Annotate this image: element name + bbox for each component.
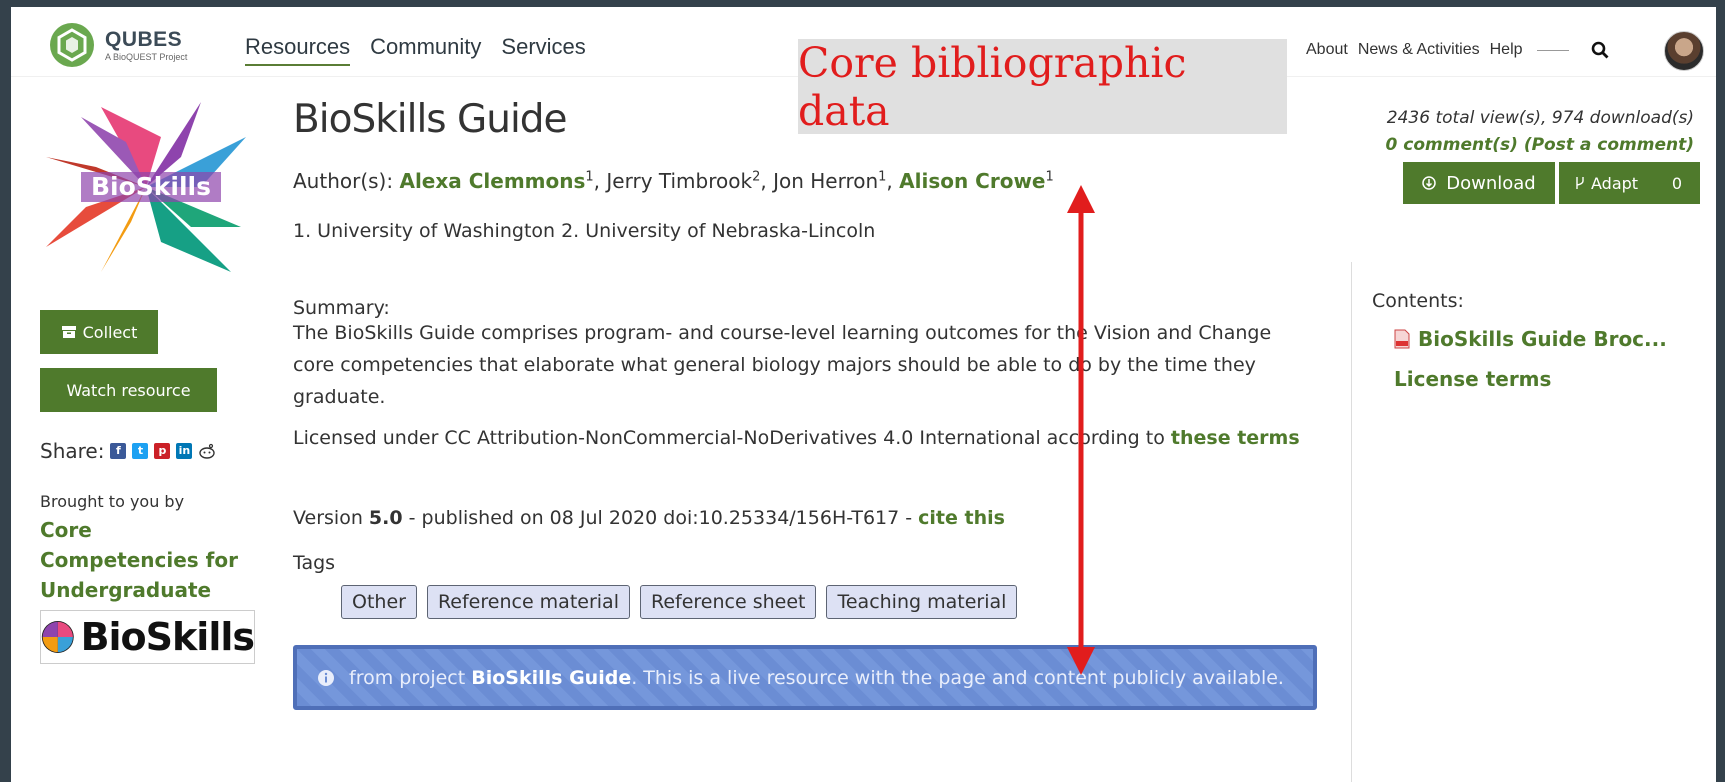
bioskills-circle-icon <box>41 621 74 653</box>
author-name: Jon Herron <box>773 169 879 193</box>
license-terms-link[interactable]: License terms <box>1394 367 1551 391</box>
cite-this-link[interactable]: cite this <box>918 507 1005 529</box>
qubes-logo[interactable]: QUBES A BioQUEST Project <box>49 22 187 68</box>
tag-other[interactable]: Other <box>341 585 417 619</box>
author-link[interactable]: Alexa Clemmons <box>399 169 585 193</box>
contents-label: Contents: <box>1372 290 1464 312</box>
secondary-nav: About News & Activities Help <box>1306 41 1609 59</box>
collect-button[interactable]: Collect <box>40 310 158 354</box>
brand-name: QUBES <box>105 27 183 51</box>
nav-community[interactable]: Community <box>370 34 481 66</box>
content-file-name: BioSkills Guide Broc... <box>1418 327 1667 351</box>
fork-icon <box>1576 177 1584 189</box>
collect-label: Collect <box>82 322 138 342</box>
author-name: Jerry Timbrook <box>606 169 753 193</box>
license-body: Licensed under CC Attribution-NonCommerc… <box>293 427 1171 449</box>
content-file-link[interactable]: BioSkills Guide Broc... <box>1394 327 1667 351</box>
banner-text: BioSkills <box>80 615 255 659</box>
bioskills-pinwheel-logo: BioSkills <box>46 102 246 272</box>
adapt-count: 0 <box>1671 173 1682 193</box>
summary-text: The BioSkills Guide comprises program- a… <box>293 322 1272 408</box>
affiliations: 1. University of Washington 2. Universit… <box>293 220 876 242</box>
tag-list: Other Reference material Reference sheet… <box>341 585 1018 619</box>
nav-resources[interactable]: Resources <box>245 34 351 66</box>
nav-divider <box>1536 49 1569 51</box>
linkedin-icon[interactable]: in <box>176 443 193 459</box>
nav-services[interactable]: Services <box>501 34 585 66</box>
watch-label: Watch resource <box>66 380 191 400</box>
download-icon <box>1422 176 1436 190</box>
author-affil-sup: 1 <box>585 169 594 185</box>
share-row: Share: f t p in <box>40 439 216 463</box>
download-button[interactable]: Download <box>1403 162 1555 204</box>
views-downloads: 2436 total view(s), 974 download(s) <box>1386 108 1694 128</box>
download-label: Download <box>1446 172 1536 194</box>
adapt-label: Adapt <box>1591 173 1639 193</box>
nav-about[interactable]: About <box>1306 41 1348 59</box>
comments-link[interactable]: 0 comment(s) (Post a comment) <box>1386 132 1694 159</box>
twitter-icon[interactable]: t <box>132 443 149 459</box>
these-terms-link[interactable]: these terms <box>1171 427 1300 449</box>
tag-reference-material[interactable]: Reference material <box>426 585 630 619</box>
tag-teaching-material[interactable]: Teaching material <box>826 585 1018 619</box>
info-icon <box>318 669 334 686</box>
tags-label: Tags <box>293 552 336 574</box>
resource-title: BioSkills Guide <box>293 97 568 142</box>
qubes-logo-icon <box>50 23 94 67</box>
project-notice: from project BioSkills Guide. This is a … <box>293 645 1317 710</box>
column-divider <box>1351 262 1352 782</box>
authors-line: Author(s): Alexa Clemmons1, Jerry Timbro… <box>293 169 1054 193</box>
resource-stats: 2436 total view(s), 974 download(s) 0 co… <box>1386 105 1694 159</box>
annotation-label: Core bibliographic data <box>798 38 1187 135</box>
tag-reference-sheet[interactable]: Reference sheet <box>639 585 817 619</box>
authors-label: Author(s): <box>293 169 394 193</box>
bioskills-banner[interactable]: BioSkills <box>40 610 255 664</box>
logo-text: BioSkills <box>91 172 211 201</box>
pdf-file-icon <box>1394 329 1410 349</box>
nav-help[interactable]: Help <box>1490 41 1523 59</box>
adapt-button[interactable]: Adapt 0 <box>1559 162 1700 204</box>
search-icon[interactable] <box>1591 41 1609 59</box>
license-text: Licensed under CC Attribution-NonCommerc… <box>293 422 1303 454</box>
annotation-label-box: Core bibliographic data <box>798 38 1287 135</box>
brand-subtitle: A BioQUEST Project <box>105 51 188 62</box>
annotation-double-arrow <box>1067 185 1095 675</box>
brought-to-you-label: Brought to you by <box>40 492 185 511</box>
version-number: 5.0 <box>368 507 403 529</box>
collect-icon <box>61 326 76 338</box>
notice-prefix: from project <box>349 666 472 689</box>
author-affil-sup: 1 <box>1045 169 1054 185</box>
notice-suffix: . This is a live resource with the page … <box>631 666 1284 689</box>
watch-resource-button[interactable]: Watch resource <box>40 368 217 412</box>
user-avatar[interactable] <box>1664 31 1704 71</box>
main-nav: Resources Community Services <box>245 34 586 66</box>
pinterest-icon[interactable]: p <box>154 443 171 459</box>
publication-info: - published on 08 Jul 2020 doi:10.25334/… <box>402 507 919 529</box>
version-prefix: Version <box>293 507 369 529</box>
author-affil-sup: 1 <box>878 169 887 185</box>
author-affil-sup: 2 <box>752 169 761 185</box>
reddit-icon[interactable] <box>198 443 216 459</box>
page-frame: QUBES A BioQUEST Project Resources Commu… <box>11 7 1716 782</box>
author-link[interactable]: Alison Crowe <box>899 169 1045 193</box>
version-line: Version 5.0 - published on 08 Jul 2020 d… <box>293 507 1005 529</box>
summary-label: Summary: <box>293 297 390 319</box>
notice-project[interactable]: BioSkills Guide <box>471 667 631 689</box>
share-label: Share: <box>40 439 105 463</box>
nav-news-activities[interactable]: News & Activities <box>1358 41 1480 59</box>
facebook-icon[interactable]: f <box>110 443 127 459</box>
